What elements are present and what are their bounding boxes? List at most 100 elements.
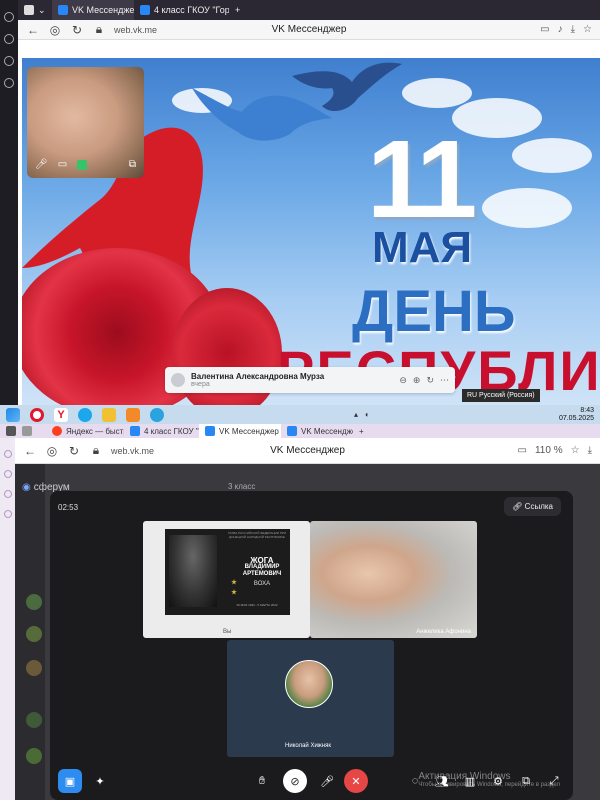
folder-icon[interactable] xyxy=(102,407,116,422)
shield-icon[interactable]: ◎ xyxy=(45,444,59,458)
chat-avatar[interactable] xyxy=(26,626,42,642)
star-icon xyxy=(231,589,237,595)
mic-icon[interactable]: 🎤︎ xyxy=(35,159,48,170)
chat-avatar[interactable] xyxy=(26,748,42,764)
yandex-icon[interactable]: Y xyxy=(54,407,68,422)
shield-icon[interactable]: ◎ xyxy=(48,23,62,37)
lock-icon: 🔒︎ xyxy=(92,443,100,457)
volume-icon[interactable]: ◖ xyxy=(364,410,369,419)
tile-label: Вы xyxy=(223,629,232,635)
raise-hand-button[interactable]: ✋︎ xyxy=(250,769,274,793)
rotate-icon[interactable]: ↻ xyxy=(426,375,434,386)
tab-vk-messenger[interactable]: VK Мессенджер × xyxy=(52,0,134,20)
browser-menu-button[interactable] xyxy=(0,424,16,438)
telegram-icon[interactable] xyxy=(150,407,164,422)
screen-share-icon[interactable] xyxy=(77,159,88,170)
toolbar-icons: ▭ 110 % ☆ ⤓ xyxy=(518,445,592,456)
chat-header: 3 класс xyxy=(228,482,256,491)
call-timer: 02:53 xyxy=(58,503,79,512)
tab-strip: Яндекс — быстрый пои... 4 класс ГКОУ "Го… xyxy=(0,424,600,438)
network-icon[interactable]: ▴ xyxy=(354,410,358,419)
participant-tile[interactable]: Николай Хижняк xyxy=(227,640,394,757)
bookmark-icon[interactable] xyxy=(3,490,12,498)
browser-menu-button[interactable]: ⌄ xyxy=(18,0,52,20)
new-tab-button[interactable]: + xyxy=(229,0,249,20)
link-label: Ссылка xyxy=(524,502,553,511)
back-icon[interactable]: ← xyxy=(23,444,37,458)
download-icon[interactable]: ⤓ xyxy=(588,445,592,456)
chevron-down-icon: ⌄ xyxy=(38,4,46,15)
participant-tile[interactable]: Анжелика Афонина xyxy=(310,521,477,638)
message-notification[interactable]: Валентина Александровна Мурза вчера ⊖ ⊕ … xyxy=(165,367,455,393)
screen-share-tile[interactable]: ГЛАВА РОССИЙСКОЙ ФЕДЕРАЦИИ ПРИ ДОНЕЦКОЙ … xyxy=(143,521,310,638)
zoom-in-icon[interactable]: ⊕ xyxy=(413,375,421,386)
more-icon[interactable]: ⋯ xyxy=(440,375,449,386)
chat-avatar[interactable] xyxy=(26,594,42,610)
notification-tools: ⊖ ⊕ ↻ ⋯ xyxy=(399,375,449,386)
home-icon[interactable] xyxy=(3,450,12,458)
address-bar: ← ◎ ↻ 🔒︎ web.vk.me VK Мессенджер ▭ ♪ ⤓ ☆ xyxy=(18,20,600,40)
app-icon[interactable] xyxy=(126,407,140,422)
self-view-video[interactable]: 🎤︎ ▭ ⧉ xyxy=(27,67,144,178)
browser-side-panel xyxy=(0,438,15,800)
tab-label: VK Мессенджер xyxy=(301,426,353,436)
camera-icon[interactable]: ▭ xyxy=(518,445,527,456)
link-button[interactable]: 🔗︎ Ссылка xyxy=(504,497,561,516)
page-title: VK Мессенджер xyxy=(270,445,345,456)
back-icon[interactable]: ← xyxy=(26,23,40,37)
mic-button[interactable]: 🎤︎ xyxy=(315,769,339,793)
tab-class-4[interactable]: 4 класс ГКОУ "Горловск... xyxy=(124,424,199,438)
date: 07.05.2025 xyxy=(558,414,594,422)
toolbar-icons: ▭ ♪ ⤓ ☆ xyxy=(540,24,592,35)
browser-logo-icon xyxy=(24,5,34,15)
minimize-icon[interactable]: ⧉ xyxy=(129,159,136,170)
bottom-screenshot: Яндекс — быстрый пои... 4 класс ГКОУ "Го… xyxy=(0,424,600,800)
new-tab-button[interactable]: + xyxy=(353,424,371,438)
tab-group-icon[interactable] xyxy=(16,424,46,438)
reload-icon[interactable]: ↻ xyxy=(67,444,81,458)
chat-avatar[interactable] xyxy=(26,712,42,728)
participant-name: Николай Хижняк xyxy=(285,743,331,749)
clock[interactable]: 8:43 07.05.2025 xyxy=(559,407,594,423)
history-icon[interactable] xyxy=(3,470,12,478)
avatar xyxy=(171,373,185,387)
effects-button[interactable]: ✦ xyxy=(88,769,112,793)
participant-name: Анжелика Афонина xyxy=(416,629,471,635)
history-icon[interactable] xyxy=(4,34,14,44)
camera-icon[interactable]: ▭ xyxy=(58,159,67,170)
url-field[interactable]: web.vk.me xyxy=(111,446,154,456)
memorial-name: ЖОГА ВЛАДИМИР АРТЕМОВИЧ xyxy=(237,557,287,578)
bookmark-icon[interactable]: ☆ xyxy=(571,445,580,456)
windows-taskbar: Y ▴ ◖ 8:43 07.05.2025 xyxy=(0,405,600,424)
mic-icon[interactable]: ♪ xyxy=(558,24,563,35)
notes-icon[interactable] xyxy=(4,78,14,88)
download-icon[interactable]: ⤓ xyxy=(571,24,575,35)
memorial-firstname: ВЛАДИМИР АРТЕМОВИЧ xyxy=(242,564,282,577)
end-call-button[interactable]: ✕ xyxy=(344,769,368,793)
chat-avatar[interactable] xyxy=(26,660,42,676)
tab-class-4[interactable]: 4 класс ГКОУ "Горл... × xyxy=(134,0,229,20)
opera-icon[interactable] xyxy=(30,407,44,422)
tab-yandex[interactable]: Яндекс — быстрый пои... xyxy=(46,424,124,438)
tab-vk-messenger-2[interactable]: VK Мессенджер xyxy=(281,424,353,438)
sferum-logo-icon: ◉ xyxy=(22,482,31,493)
reload-icon[interactable]: ↻ xyxy=(70,23,84,37)
skype-icon[interactable] xyxy=(78,407,92,422)
url-field[interactable]: web.vk.me xyxy=(114,25,157,35)
self-view-controls: 🎤︎ ▭ ⧉ xyxy=(35,159,136,170)
bookmark-icon[interactable]: ☆ xyxy=(583,24,592,35)
sender-name: Валентина Александровна Мурза xyxy=(191,372,325,381)
grid-view-button[interactable]: ▣ xyxy=(58,769,82,793)
camera-off-button[interactable]: ⊘ xyxy=(283,769,307,793)
zoom-level[interactable]: 110 % xyxy=(535,445,563,456)
address-bar: ← ◎ ↻ 🔒︎ web.vk.me VK Мессенджер ▭ 110 %… xyxy=(15,438,600,464)
bookmark-icon[interactable] xyxy=(4,56,14,66)
language-indicator[interactable]: RU Русский (Россия) xyxy=(462,389,540,402)
start-icon[interactable] xyxy=(6,407,20,422)
settings-icon[interactable] xyxy=(3,510,12,518)
tab-vk-messenger[interactable]: VK Мессенджер × xyxy=(199,424,281,438)
watermark-title: Активация Windows xyxy=(418,771,511,782)
camera-icon[interactable]: ▭ xyxy=(540,24,549,35)
zoom-out-icon[interactable]: ⊖ xyxy=(399,375,407,386)
home-icon[interactable] xyxy=(4,12,14,22)
